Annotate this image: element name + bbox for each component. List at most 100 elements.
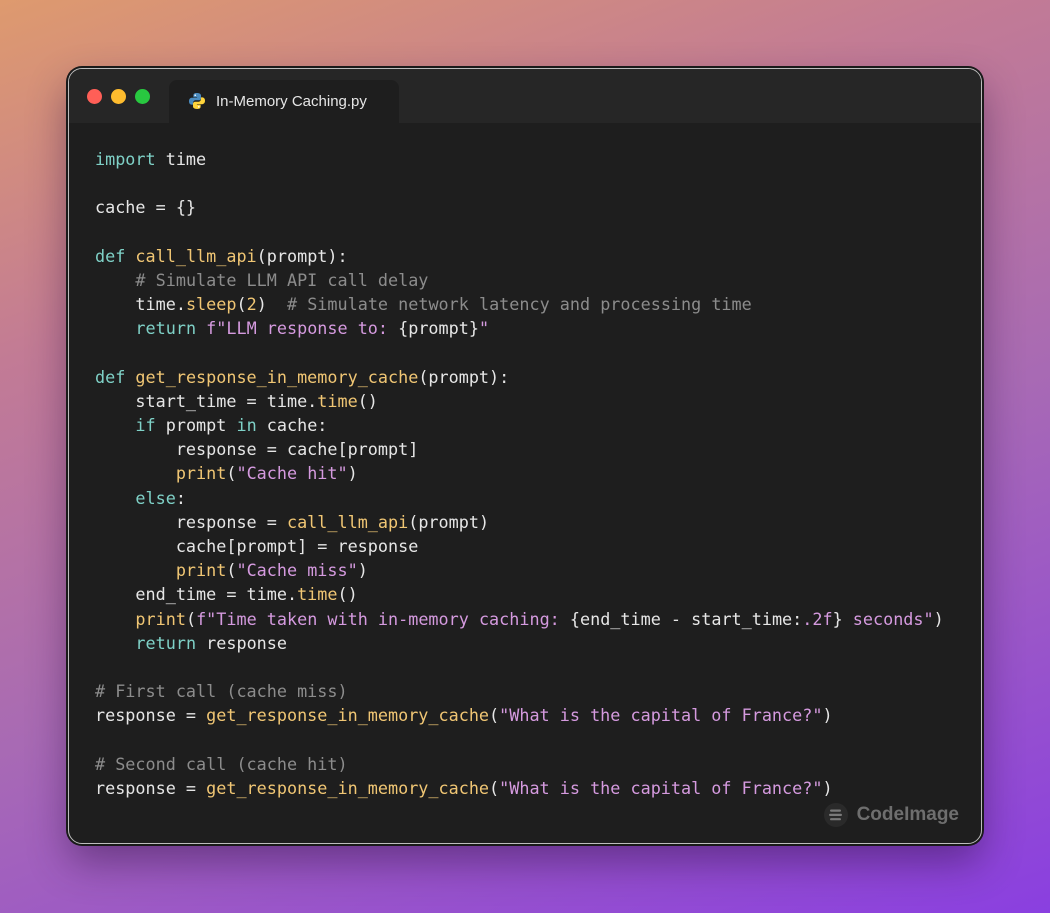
code-line: return response	[95, 631, 944, 655]
title-bar: In-Memory Caching.py	[69, 69, 981, 123]
code-token-plain: )	[822, 705, 833, 726]
minimize-window-button[interactable]	[111, 89, 126, 104]
code-token-func: get_response_in_memory_cache	[135, 366, 419, 387]
code-token-plain: (prompt):	[418, 366, 510, 387]
watermark-label: CodeImage	[856, 804, 959, 825]
code-line: # Simulate LLM API call delay	[95, 268, 944, 292]
code-token-string: .2f	[802, 608, 833, 629]
code-token-func: sleep	[185, 294, 237, 315]
code-line: response = cache[prompt]	[95, 437, 944, 461]
code-token-plain: response =	[95, 511, 287, 532]
code-token-plain: (prompt)	[408, 511, 490, 532]
code-token-plain: (	[226, 560, 237, 581]
code-token-comment: # Second call (cache hit)	[95, 753, 348, 774]
code-token-string: "Cache hit"	[236, 463, 348, 484]
code-token-plain: )	[357, 560, 368, 581]
code-line: print(f"Time taken with in-memory cachin…	[95, 607, 944, 631]
codeimage-logo-icon	[823, 803, 848, 827]
code-token-keyword: return	[135, 632, 197, 653]
code-line: def get_response_in_memory_cache(prompt)…	[95, 365, 944, 389]
code-line: end_time = time.time()	[95, 582, 944, 606]
code-token-func: get_response_in_memory_cache	[206, 705, 490, 726]
code-token-plain: response = cache[prompt]	[95, 439, 419, 460]
code-token-keyword: import	[95, 149, 156, 169]
code-token-plain: time.	[95, 294, 186, 315]
code-token-plain: {prompt}	[398, 318, 479, 339]
code-token-plain: prompt	[155, 415, 237, 436]
code-token-keyword: return	[135, 318, 197, 339]
code-token-comment: # Simulate network latency and processin…	[287, 294, 752, 315]
code-token-plain: time	[155, 149, 207, 169]
code-line: time.sleep(2) # Simulate network latency…	[95, 292, 944, 316]
code-line: ​	[95, 171, 944, 195]
code-token-plain: ()	[357, 390, 378, 411]
code-line: # Second call (cache hit)	[95, 752, 944, 776]
code-editor[interactable]: import time​cache = {}​def call_llm_api(…	[95, 147, 944, 800]
code-line: ​	[95, 341, 944, 365]
maximize-window-button[interactable]	[135, 89, 150, 104]
code-line: ​	[95, 728, 944, 752]
codeimage-watermark: CodeImage	[823, 801, 959, 829]
code-token-plain: cache:	[256, 415, 328, 436]
code-token-plain: }	[832, 608, 843, 629]
code-line: cache = {}	[95, 195, 944, 219]
code-line: return f"LLM response to: {prompt}"	[95, 316, 944, 340]
code-token-keyword: def	[95, 366, 126, 387]
code-token-plain: end_time = time.	[95, 584, 298, 605]
code-line: response = get_response_in_memory_cache(…	[95, 703, 944, 727]
code-token-plain: (	[489, 777, 500, 798]
code-token-plain: )	[933, 608, 944, 629]
code-token-plain: (	[185, 608, 197, 629]
code-token-string: f"LLM response to:	[206, 318, 399, 339]
code-token-string: f"Time taken with in-memory caching:	[196, 608, 570, 629]
code-token-string: seconds"	[842, 608, 934, 629]
code-token-plain: start_time = time.	[95, 390, 318, 411]
code-token-keyword: def	[95, 245, 126, 266]
code-line: ​	[95, 655, 944, 679]
code-token-comment: # Simulate LLM API call delay	[135, 269, 429, 290]
code-token-plain: (	[236, 294, 247, 315]
close-window-button[interactable]	[87, 89, 102, 104]
code-token-func: call_llm_api	[135, 245, 257, 266]
code-token-plain: )	[347, 463, 358, 484]
code-token-number: 2	[246, 294, 257, 315]
code-token-string: "What is the capital of France?"	[499, 777, 823, 798]
code-line: print("Cache miss")	[95, 558, 944, 582]
code-token-plain: ()	[337, 584, 358, 605]
code-token-plain: (	[489, 705, 500, 726]
code-token-plain: response =	[95, 705, 207, 726]
code-token-string: "What is the capital of France?"	[499, 705, 823, 726]
code-token-string: "	[478, 318, 490, 339]
code-token-func: time	[317, 390, 358, 411]
file-tab[interactable]: In-Memory Caching.py	[169, 80, 399, 123]
code-line: if prompt in cache:	[95, 413, 944, 437]
code-token-comment: # First call (cache miss)	[95, 681, 348, 702]
code-line: # First call (cache miss)	[95, 679, 944, 703]
code-token-func: get_response_in_memory_cache	[206, 777, 490, 798]
code-token-plain: )	[822, 777, 833, 798]
code-token-string: "Cache miss"	[236, 560, 358, 581]
code-token-plain: (prompt):	[256, 245, 348, 266]
code-token-keyword: else	[135, 487, 176, 508]
code-token-keyword: if	[135, 415, 156, 436]
code-token-plain: response =	[95, 777, 207, 798]
code-token-func: call_llm_api	[286, 511, 409, 532]
code-window: In-Memory Caching.py import time​cache =…	[68, 68, 982, 844]
code-token-func: print	[135, 608, 186, 629]
code-token-func: time	[297, 584, 338, 605]
code-line: print("Cache hit")	[95, 461, 944, 485]
code-token-keyword: in	[236, 415, 257, 436]
code-token-plain: )	[256, 294, 287, 315]
code-line: import time	[95, 147, 944, 171]
python-icon	[189, 93, 205, 109]
code-line: response = call_llm_api(prompt)	[95, 510, 944, 534]
